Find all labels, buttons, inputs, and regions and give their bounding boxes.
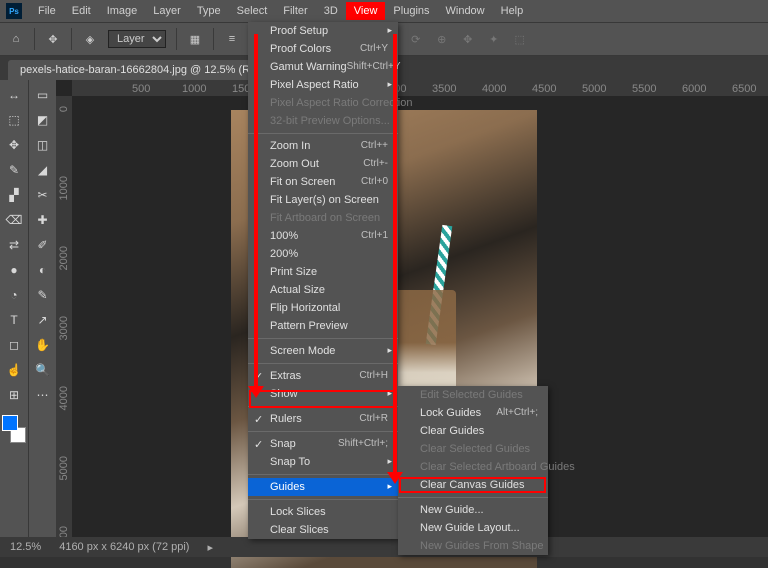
view-menu-item[interactable]: Actual Size xyxy=(248,281,398,299)
guides-submenu-item: Clear Selected Artboard Guides xyxy=(398,458,548,476)
view-menu-item[interactable]: Gamut WarningShift+Ctrl+Y xyxy=(248,58,398,76)
left-tool-7[interactable]: ● xyxy=(3,259,25,281)
view-menu-item[interactable]: Screen Mode xyxy=(248,342,398,360)
menu-filter[interactable]: Filter xyxy=(275,2,315,20)
guides-submenu-item[interactable]: New Guide... xyxy=(398,501,548,519)
left-tool-3[interactable]: ✎ xyxy=(3,159,25,181)
right-tool-12[interactable]: ⋯ xyxy=(32,384,54,406)
transform-controls-icon[interactable]: ▦ xyxy=(187,31,203,47)
menu-window[interactable]: Window xyxy=(438,2,493,20)
left-tool-0[interactable]: ↔ xyxy=(3,84,25,106)
menu-select[interactable]: Select xyxy=(229,2,276,20)
document-dimensions: 4160 px x 6240 px (72 ppi) xyxy=(59,541,189,553)
toolbar-left: ↔ ⬚ ✥ ✎ ▞ ⌫ ⇄ ● ◔ T ◻ ☝ ⊞ xyxy=(0,80,28,537)
view-menu-item[interactable]: Zoom OutCtrl+- xyxy=(248,155,398,173)
left-tool-1[interactable]: ⬚ xyxy=(3,109,25,131)
view-menu-dropdown: Proof SetupProof ColorsCtrl+YGamut Warni… xyxy=(248,22,398,539)
guides-submenu-item[interactable]: Clear Guides xyxy=(398,422,548,440)
app-logo: Ps xyxy=(6,3,22,19)
menubar: Ps FileEditImageLayerTypeSelectFilter3DV… xyxy=(0,0,768,22)
view-menu-item[interactable]: Fit on ScreenCtrl+0 xyxy=(248,173,398,191)
menu-help[interactable]: Help xyxy=(493,2,532,20)
view-menu-item[interactable]: Clear Slices xyxy=(248,521,398,539)
left-tool-4[interactable]: ▞ xyxy=(3,184,25,206)
right-tool-9[interactable]: ↗ xyxy=(32,309,54,331)
zoom-level[interactable]: 12.5% xyxy=(10,541,41,553)
view-menu-item[interactable]: Proof ColorsCtrl+Y xyxy=(248,40,398,58)
view-menu-item[interactable]: Proof Setup xyxy=(248,22,398,40)
guides-submenu-item: Clear Selected Guides xyxy=(398,440,548,458)
move-icon[interactable]: ✥ xyxy=(45,31,61,47)
auto-select-icon[interactable]: ◈ xyxy=(82,31,98,47)
3d-orbit-icon: ⟳ xyxy=(408,31,424,47)
view-menu-item[interactable]: Pixel Aspect Ratio xyxy=(248,76,398,94)
view-menu-item[interactable]: Fit Layer(s) on Screen xyxy=(248,191,398,209)
right-tool-0[interactable]: ▭ xyxy=(32,84,54,106)
right-tool-1[interactable]: ◩ xyxy=(32,109,54,131)
view-menu-item[interactable]: ✓RulersCtrl+R xyxy=(248,410,398,428)
left-tool-2[interactable]: ✥ xyxy=(3,134,25,156)
left-tool-10[interactable]: ◻ xyxy=(3,334,25,356)
home-icon[interactable]: ⌂ xyxy=(8,31,24,47)
right-tool-11[interactable]: 🔍 xyxy=(32,359,54,381)
guides-submenu-item[interactable]: New Guide Layout... xyxy=(398,519,548,537)
right-tool-7[interactable]: ◐ xyxy=(32,259,54,281)
layer-select[interactable]: Layer xyxy=(108,30,166,48)
menu-image[interactable]: Image xyxy=(99,2,146,20)
view-menu-item[interactable]: ✓ExtrasCtrl+H xyxy=(248,367,398,385)
view-menu-item: Fit Artboard on Screen xyxy=(248,209,398,227)
menu-plugins[interactable]: Plugins xyxy=(385,2,437,20)
guides-submenu: Edit Selected GuidesLock GuidesAlt+Ctrl+… xyxy=(398,386,548,555)
view-menu-item: Pixel Aspect Ratio Correction xyxy=(248,94,398,112)
view-menu-item[interactable]: Snap To xyxy=(248,453,398,471)
align-left-icon[interactable]: ≡ xyxy=(224,31,240,47)
left-tool-8[interactable]: ◔ xyxy=(3,284,25,306)
menu-view[interactable]: View xyxy=(346,2,386,20)
3d-scale-icon: ⬚ xyxy=(512,31,528,47)
guides-submenu-item: Edit Selected Guides xyxy=(398,386,548,404)
guides-submenu-item: New Guides From Shape xyxy=(398,537,548,555)
horizontal-ruler: 5001000150020002500300035004000450050005… xyxy=(72,80,768,96)
view-menu-item[interactable]: Print Size xyxy=(248,263,398,281)
tab-title: pexels-hatice-baran-16662804.jpg @ 12.5%… xyxy=(20,64,259,76)
left-tool-9[interactable]: T xyxy=(3,309,25,331)
view-menu-item[interactable]: Flip Horizontal xyxy=(248,299,398,317)
guides-submenu-item[interactable]: Clear Canvas Guides xyxy=(398,476,548,494)
left-tool-5[interactable]: ⌫ xyxy=(3,209,25,231)
view-menu-item[interactable]: Guides xyxy=(248,478,398,496)
right-tool-3[interactable]: ◢ xyxy=(32,159,54,181)
color-swatch[interactable] xyxy=(0,415,28,443)
right-tool-10[interactable]: ✋ xyxy=(32,334,54,356)
right-tool-8[interactable]: ✎ xyxy=(32,284,54,306)
3d-pan-icon: ✥ xyxy=(460,31,476,47)
left-tool-6[interactable]: ⇄ xyxy=(3,234,25,256)
right-tool-2[interactable]: ◫ xyxy=(32,134,54,156)
status-bar: 12.5% 4160 px x 6240 px (72 ppi) ▸ xyxy=(0,537,768,557)
left-tool-11[interactable]: ☝ xyxy=(3,359,25,381)
left-tool-12[interactable]: ⊞ xyxy=(3,384,25,406)
3d-slide-icon: ✦ xyxy=(486,31,502,47)
right-tool-4[interactable]: ✂ xyxy=(32,184,54,206)
view-menu-item[interactable]: Lock Slices xyxy=(248,503,398,521)
view-menu-item[interactable]: Pattern Preview xyxy=(248,317,398,335)
view-menu-item[interactable]: 100%Ctrl+1 xyxy=(248,227,398,245)
menu-type[interactable]: Type xyxy=(189,2,229,20)
view-menu-item[interactable]: 200% xyxy=(248,245,398,263)
right-tool-6[interactable]: ✐ xyxy=(32,234,54,256)
menu-layer[interactable]: Layer xyxy=(145,2,189,20)
guides-submenu-item[interactable]: Lock GuidesAlt+Ctrl+; xyxy=(398,404,548,422)
menu-edit[interactable]: Edit xyxy=(64,2,99,20)
toolbar-right: ▭ ◩ ◫ ◢ ✂ ✚ ✐ ◐ ✎ ↗ ✋ 🔍 ⋯ xyxy=(28,80,56,537)
3d-roll-icon: ⊕ xyxy=(434,31,450,47)
document-tab[interactable]: pexels-hatice-baran-16662804.jpg @ 12.5%… xyxy=(8,60,286,80)
view-menu-item[interactable]: Show xyxy=(248,385,398,403)
view-menu-item[interactable]: ✓SnapShift+Ctrl+; xyxy=(248,435,398,453)
status-chevron-icon[interactable]: ▸ xyxy=(207,541,213,554)
vertical-ruler: 0100020003000400050006000 xyxy=(56,96,72,537)
menu-file[interactable]: File xyxy=(30,2,64,20)
view-menu-item[interactable]: Zoom InCtrl++ xyxy=(248,137,398,155)
menu-3d[interactable]: 3D xyxy=(316,2,346,20)
view-menu-item: 32-bit Preview Options... xyxy=(248,112,398,130)
right-tool-5[interactable]: ✚ xyxy=(32,209,54,231)
